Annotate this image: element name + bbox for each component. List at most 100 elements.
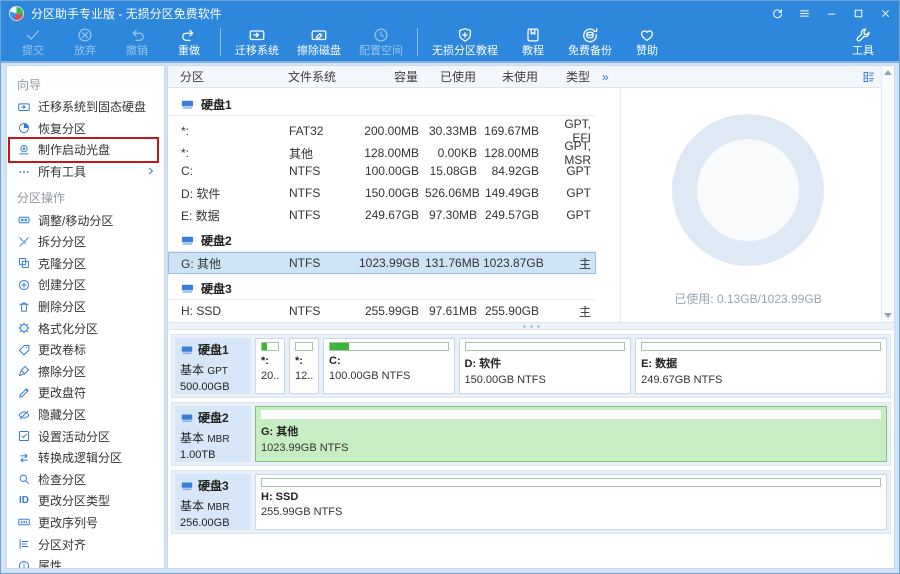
sidebar-item-hide-partition[interactable]: 隐藏分区 <box>7 404 164 426</box>
sidebar-item-split-partition[interactable]: 拆分分区 <box>7 231 164 253</box>
sidebar-item-convert-to-logical[interactable]: 转换成逻辑分区 <box>7 447 164 469</box>
cell-unused: 128.00MB <box>483 146 545 160</box>
cell-capacity: 200.00MB <box>359 124 425 138</box>
sidebar-item-label: 调整/移动分区 <box>38 212 113 229</box>
sidebar-section-header: 分区操作 <box>7 185 164 209</box>
drive-solid-icon <box>180 343 194 357</box>
partition-name: E: 数据 <box>641 355 881 371</box>
toolbar-sponsor-button[interactable]: 赞助 <box>621 24 673 60</box>
sidebar-item-all-tools[interactable]: 所有工具 <box>7 161 164 183</box>
sidebar-item-format-partition[interactable]: 格式化分区 <box>7 317 164 339</box>
sidebar-item-label: 属性 <box>38 557 62 569</box>
partition-block[interactable]: D: 软件150.00GB NTFS <box>459 338 632 394</box>
partition-row[interactable]: H: SSDNTFS255.99GB97.61MB255.90GB主 <box>168 300 596 322</box>
columns-overflow-indicator[interactable]: » <box>602 70 609 84</box>
toolbar-tutorial-button[interactable]: 教程 <box>507 24 559 60</box>
toolbar-nondestructive-tutorial-button[interactable]: 无损分区教程 <box>423 24 507 60</box>
partition-block[interactable]: H: SSD255.99GB NTFS <box>255 474 887 530</box>
menu-button[interactable] <box>791 1 818 25</box>
partition-row[interactable]: G: 其他NTFS1023.99GB131.76MB1023.87GB主 <box>168 252 596 274</box>
disk-group-header[interactable]: 硬盘1 <box>168 94 596 116</box>
partition-row[interactable]: *:其他128.00MB0.00KB128.00MBGPT, MSR <box>168 138 596 160</box>
cell-unused: 84.92GB <box>483 164 545 178</box>
app-title: 分区助手专业版 - 无损分区免费软件 <box>31 5 222 22</box>
partition-size-fs: 100.00GB NTFS <box>329 370 449 382</box>
sidebar-item-wipe-partition[interactable]: 擦除分区 <box>7 361 164 383</box>
toolbar-allocate-space-button: 配置空间 <box>350 24 412 60</box>
column-header-capacity[interactable]: 容量 <box>358 68 424 85</box>
toolbar-migrate-os-button[interactable]: 迁移系统 <box>226 24 288 60</box>
pencil-icon <box>17 386 31 400</box>
splitter-handle[interactable] <box>168 322 894 330</box>
toolbar-sponsor-label: 赞助 <box>636 45 658 58</box>
partition-block[interactable]: *:20... <box>255 338 285 394</box>
sidebar-item-label: 制作启动光盘 <box>38 141 110 158</box>
toolbar-free-backup-button[interactable]: 免费备份 <box>559 24 621 60</box>
disk-group-header[interactable]: 硬盘3 <box>168 278 596 300</box>
sidebar-item-clone-partition[interactable]: 克隆分区 <box>7 253 164 275</box>
sidebar-item-label: 分区对齐 <box>38 536 86 553</box>
sidebar-item-make-bootable-cd[interactable]: 制作启动光盘 <box>7 139 164 161</box>
close-button[interactable] <box>872 1 899 25</box>
toolbar-migrate-os-label: 迁移系统 <box>235 45 279 58</box>
toolbar-tools-button[interactable]: 工具 <box>837 24 889 60</box>
disk-label[interactable]: 硬盘2基本 MBR1.00TB <box>175 406 251 462</box>
scroll-up-icon[interactable] <box>884 70 892 75</box>
column-header-type[interactable]: 类型 <box>544 68 596 85</box>
cell-used: 15.08GB <box>425 164 483 178</box>
sidebar-item-delete-partition[interactable]: 删除分区 <box>7 296 164 318</box>
disk-partitions: *:20...*:12...C:100.00GB NTFSD: 软件150.00… <box>255 338 887 394</box>
partition-block[interactable]: G: 其他1023.99GB NTFS <box>255 406 887 462</box>
partition-row[interactable]: E: 数据NTFS249.67GB97.30MB249.57GBGPT <box>168 204 596 226</box>
toolbar-tools-label: 工具 <box>852 45 874 58</box>
column-header-partition[interactable]: 分区 <box>180 68 288 85</box>
sidebar-item-set-active-partition[interactable]: 设置活动分区 <box>7 425 164 447</box>
table-header-bar: 分区文件系统容量已使用未使用类型 » <box>168 66 881 88</box>
column-header-unused[interactable]: 未使用 <box>482 68 544 85</box>
sidebar-item-resize-move-partition[interactable]: 调整/移动分区 <box>7 209 164 231</box>
clock-icon <box>372 26 390 44</box>
sidebar-item-label: 删除分区 <box>38 298 86 315</box>
vertical-scrollbar[interactable] <box>881 66 894 322</box>
capacity-bar <box>295 342 313 351</box>
disk-label[interactable]: 硬盘3基本 MBR256.00GB <box>175 474 251 530</box>
partition-row[interactable]: C:NTFS100.00GB15.08GB84.92GBGPT <box>168 160 596 182</box>
sidebar-item-change-drive-letter[interactable]: 更改盘符 <box>7 382 164 404</box>
sidebar-item-change-partition-type[interactable]: ID更改分区类型 <box>7 490 164 512</box>
cell-used: 526.06MB <box>425 186 483 200</box>
table-column-headers: 分区文件系统容量已使用未使用类型 <box>168 68 596 85</box>
column-header-used[interactable]: 已使用 <box>424 68 482 85</box>
scroll-down-icon[interactable] <box>884 313 892 318</box>
disk-group-header[interactable]: 硬盘2 <box>168 230 596 252</box>
toolbar-tutorial-label: 教程 <box>522 45 544 58</box>
cell-capacity: 100.00GB <box>359 164 425 178</box>
sidebar-item-properties[interactable]: 属性 <box>7 555 164 569</box>
sidebar-item-change-label[interactable]: 更改卷标 <box>7 339 164 361</box>
partition-row[interactable]: *:FAT32200.00MB30.33MB169.67MBGPT, EFI <box>168 116 596 138</box>
cell-partition: *: <box>181 124 289 138</box>
toolbar-redo-button[interactable]: 重做 <box>163 24 215 60</box>
sidebar-item-create-partition[interactable]: 创建分区 <box>7 274 164 296</box>
sidebar-item-check-partition[interactable]: 检查分区 <box>7 469 164 491</box>
partition-block[interactable]: *:12... <box>289 338 319 394</box>
sidebar-item-migrate-to-ssd[interactable]: 迁移系统到固态硬盘 <box>7 96 164 118</box>
minimize-button[interactable] <box>818 1 845 25</box>
partition-row[interactable]: D: 软件NTFS150.00GB526.06MB149.49GBGPT <box>168 182 596 204</box>
refresh-button[interactable] <box>764 1 791 25</box>
maximize-button[interactable] <box>845 1 872 25</box>
sidebar-item-change-serial-number[interactable]: 更改序列号 <box>7 512 164 534</box>
cell-type: GPT <box>545 164 597 178</box>
disk-name: 硬盘1 <box>201 96 232 113</box>
partition-block[interactable]: E: 数据249.67GB NTFS <box>635 338 887 394</box>
heart-icon <box>638 26 656 44</box>
sidebar-item-partition-alignment[interactable]: 分区对齐 <box>7 533 164 555</box>
sidebar-item-recover-partition[interactable]: 恢复分区 <box>7 118 164 140</box>
partition-name: *: <box>261 355 279 367</box>
main-panel: 分区文件系统容量已使用未使用类型 » 硬盘1 *:FAT32200.00MB30.… <box>167 65 895 569</box>
column-header-filesystem[interactable]: 文件系统 <box>288 68 358 85</box>
panel-layout-toggle-icon[interactable] <box>862 70 876 84</box>
capacity-bar <box>641 342 881 351</box>
partition-block[interactable]: C:100.00GB NTFS <box>323 338 455 394</box>
toolbar-wipe-disk-button[interactable]: 擦除磁盘 <box>288 24 350 60</box>
disk-label[interactable]: 硬盘1基本 GPT500.00GB <box>175 338 251 394</box>
